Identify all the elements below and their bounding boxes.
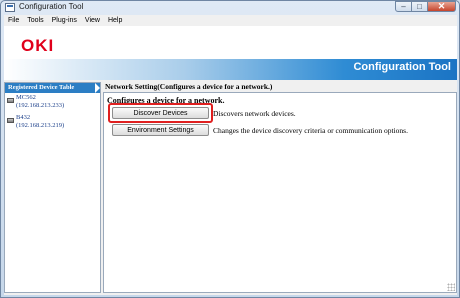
- menu-plugins[interactable]: Plug-ins: [48, 15, 81, 26]
- device-ip: (192.168.213.219): [16, 122, 65, 129]
- registered-device-table: Registered Device Table MC562 (192.168.2…: [4, 82, 101, 293]
- window-title: Configuration Tool: [19, 2, 84, 11]
- configuration-tool-window: Configuration Tool – □ ✕ File Tools Plug…: [0, 0, 460, 298]
- minimize-icon: –: [401, 1, 406, 11]
- menu-tools[interactable]: Tools: [23, 15, 47, 26]
- device-table-header: Registered Device Table: [5, 83, 100, 93]
- printer-icon: [7, 118, 14, 123]
- discover-description: Discovers network devices.: [213, 109, 296, 118]
- header-banner: OKI Configuration Tool: [4, 26, 457, 80]
- app-icon: [5, 3, 15, 12]
- banner-title: Configuration Tool: [353, 61, 451, 73]
- maximize-icon: □: [417, 1, 422, 11]
- environment-settings-button[interactable]: Environment Settings: [112, 124, 209, 136]
- device-item-mc562[interactable]: MC562 (192.168.213.233): [5, 94, 100, 113]
- close-icon: ✕: [437, 1, 446, 11]
- menu-help[interactable]: Help: [104, 15, 126, 26]
- window-controls: – □ ✕: [395, 1, 456, 13]
- menu-bar: File Tools Plug-ins View Help: [4, 15, 457, 26]
- content-box: Configures a device for a network. Disco…: [103, 92, 457, 293]
- environment-description: Changes the device discovery criteria or…: [213, 126, 408, 135]
- maximize-button[interactable]: □: [412, 1, 428, 12]
- menu-file[interactable]: File: [4, 15, 23, 26]
- title-bar[interactable]: Configuration Tool – □ ✕: [1, 1, 459, 15]
- minimize-button[interactable]: –: [395, 1, 412, 12]
- discover-devices-button[interactable]: Discover Devices: [112, 107, 209, 119]
- network-setting-panel: Network Setting(Configures a device for …: [103, 82, 457, 293]
- section-title: Network Setting(Configures a device for …: [105, 82, 273, 91]
- device-ip: (192.168.213.233): [16, 102, 65, 109]
- device-item-b432[interactable]: B432 (192.168.213.219): [5, 114, 100, 133]
- client-area: OKI Configuration Tool Registered Device…: [4, 26, 457, 295]
- device-name: B432: [16, 114, 31, 121]
- printer-icon: [7, 98, 14, 103]
- device-name: MC562: [16, 94, 36, 101]
- menu-view[interactable]: View: [81, 15, 104, 26]
- resize-grip-icon[interactable]: [447, 283, 455, 291]
- oki-logo: OKI: [21, 36, 55, 55]
- close-button[interactable]: ✕: [428, 1, 456, 12]
